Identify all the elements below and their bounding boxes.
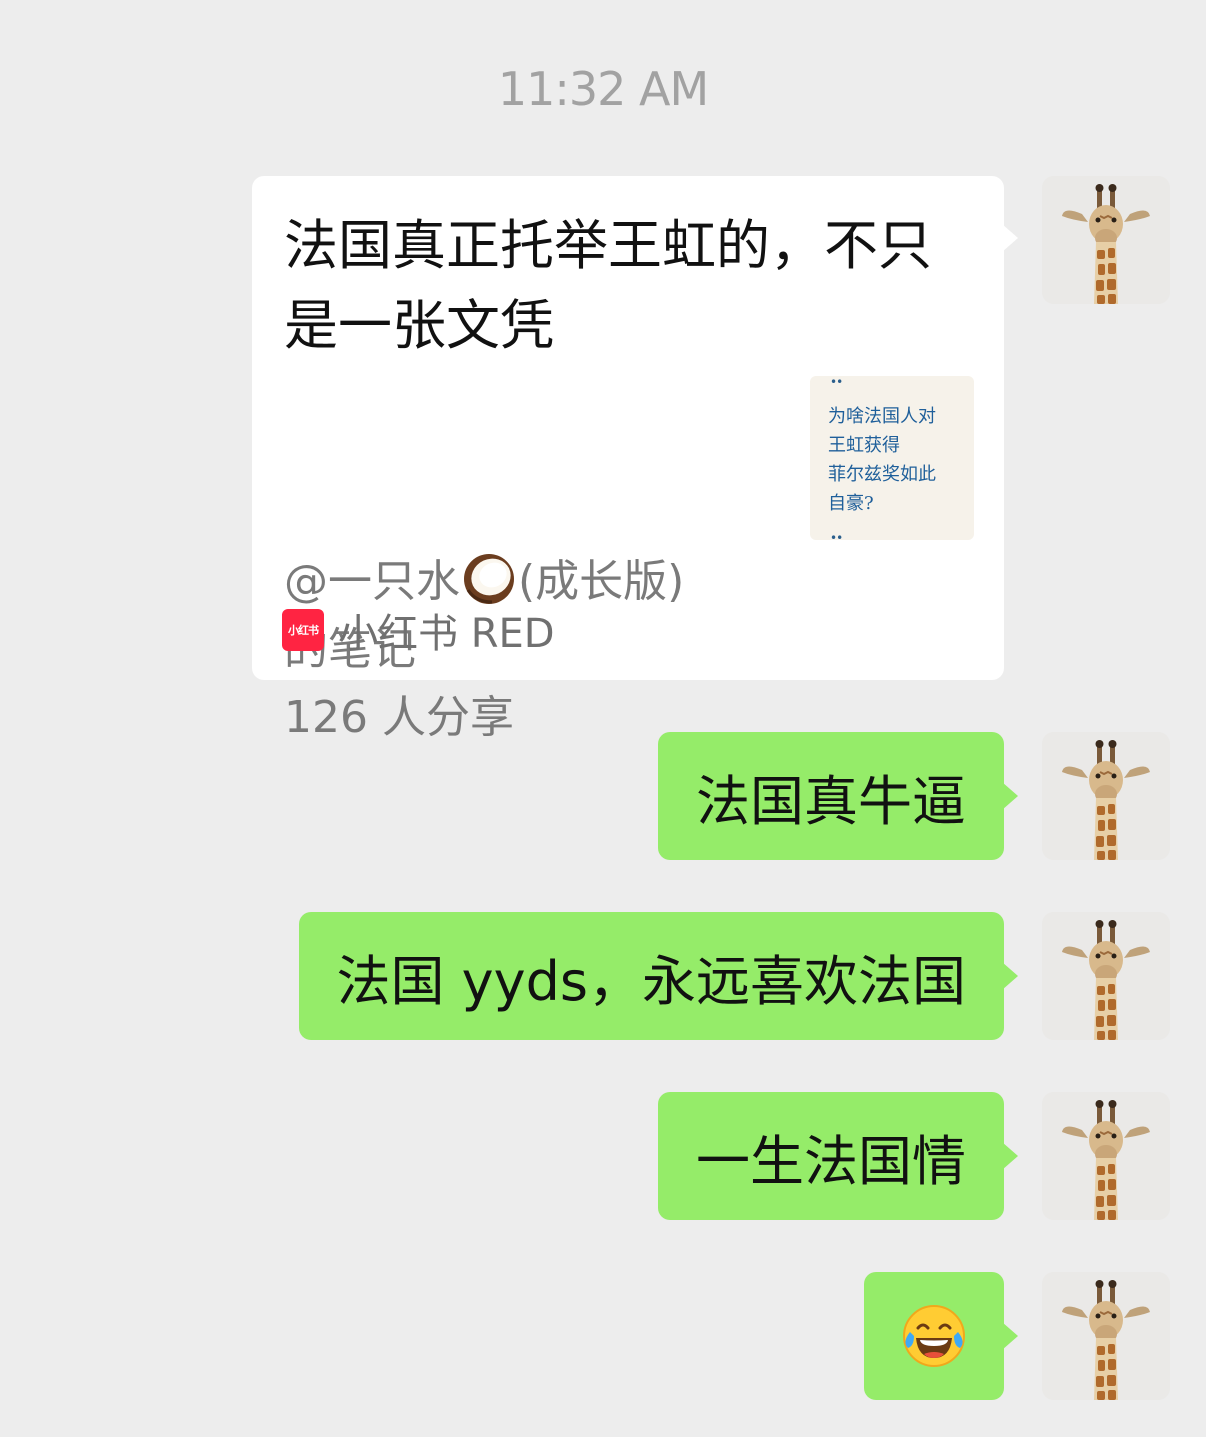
giraffe-avatar[interactable] xyxy=(1042,176,1170,304)
card-source: 小红书 小红书 RED xyxy=(282,608,555,657)
message-text: 法国真牛逼 xyxy=(696,769,966,833)
shared-note-card[interactable]: 法国真正托举王虹的，不只是一张文凭 @一只水 (成长版) 的笔记 126 人分享… xyxy=(252,176,1018,743)
message-bubble[interactable] xyxy=(864,1272,1018,1400)
giraffe-avatar[interactable] xyxy=(1042,1272,1170,1400)
note-thumbnail: •• 为啥法国人对 王虹获得 菲尔兹奖如此 自豪? •• xyxy=(810,376,974,540)
source-name: 小红书 RED xyxy=(338,611,555,657)
thumbnail-decoration: •• xyxy=(830,531,843,540)
message-timestamp: 11:32 AM xyxy=(497,62,709,116)
giraffe-avatar[interactable] xyxy=(1042,912,1170,1040)
bubble-tail xyxy=(1002,1142,1018,1170)
bubble-tail xyxy=(1002,224,1018,252)
giraffe-avatar[interactable] xyxy=(1042,732,1170,860)
bubble-tail xyxy=(1002,962,1018,990)
coconut-emoji-icon xyxy=(464,554,514,604)
author-suffix: (成长版) xyxy=(518,556,685,607)
tears-of-joy-emoji-icon xyxy=(903,1305,965,1367)
bubble-tail xyxy=(1002,782,1018,810)
message-bubble[interactable]: 法国真牛逼 xyxy=(658,732,1018,860)
thumbnail-decoration: •• xyxy=(830,376,843,389)
card-title: 法国真正托举王虹的，不只是一张文凭 xyxy=(284,214,932,357)
thumbnail-text: 为啥法国人对 王虹获得 菲尔兹奖如此 自豪? xyxy=(828,406,936,514)
message-text: 法国 yyds，永远喜欢法国 xyxy=(336,949,967,1013)
message-bubble[interactable]: 法国 yyds，永远喜欢法国 xyxy=(298,912,1018,1040)
giraffe-avatar[interactable] xyxy=(1042,1092,1170,1220)
message-text: 一生法国情 xyxy=(696,1129,966,1193)
author-prefix: @一只水 xyxy=(284,556,460,607)
xiaohongshu-logo-icon: 小红书 xyxy=(282,609,324,651)
message-bubble[interactable]: 一生法国情 xyxy=(658,1092,1018,1220)
bubble-tail xyxy=(1002,1322,1018,1350)
